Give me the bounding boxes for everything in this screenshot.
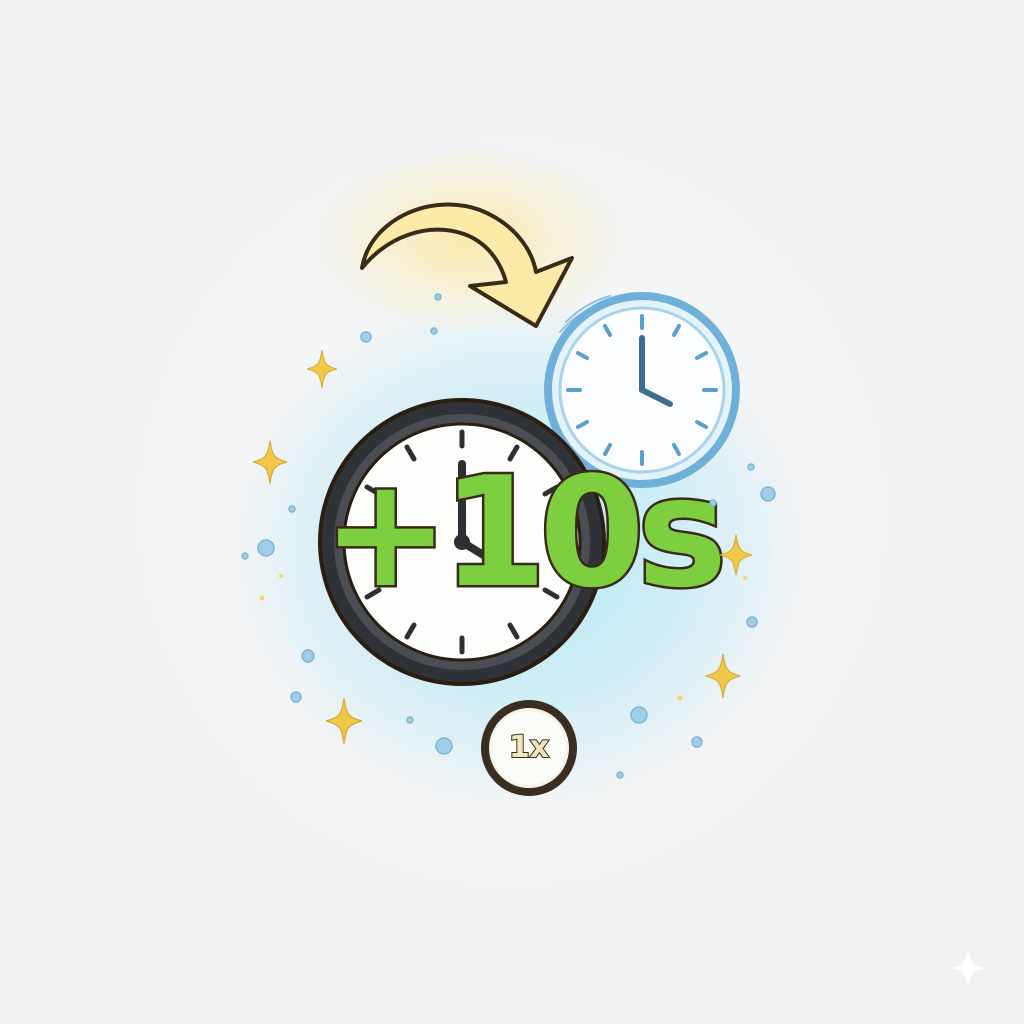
- sparkle-icon: [326, 698, 362, 744]
- time-bonus-label: +10s: [320, 444, 730, 621]
- sparkle-icon: [307, 350, 337, 388]
- speed-multiplier-label: 1x: [508, 729, 550, 766]
- sparkle-icon: [948, 948, 988, 988]
- sparkle-icon: [705, 654, 741, 698]
- powerup-scene: +10s 1x: [0, 0, 1024, 1024]
- sparkle-icon: [720, 534, 752, 576]
- speed-multiplier-badge[interactable]: 1x: [481, 700, 577, 796]
- sparkle-icon: [253, 440, 287, 484]
